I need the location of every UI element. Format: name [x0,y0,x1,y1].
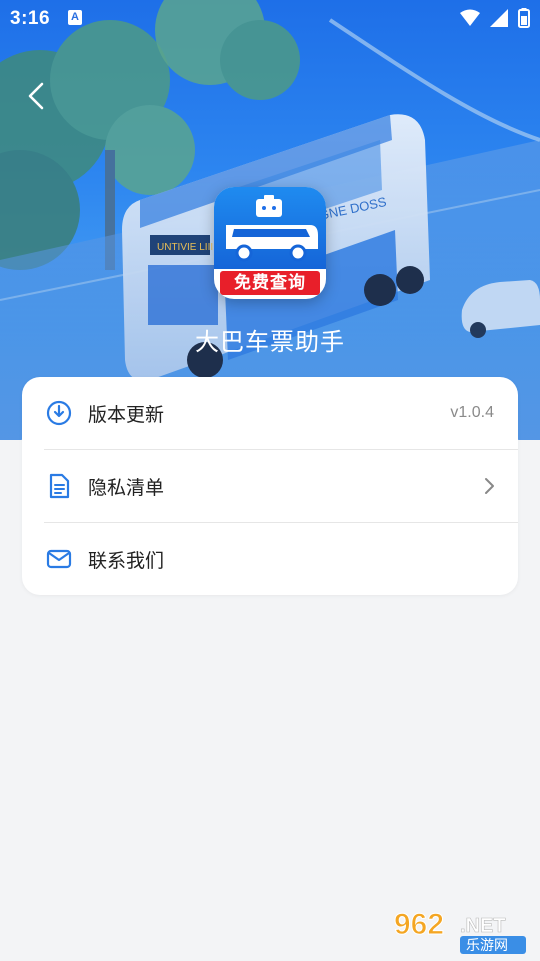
app-icon-background [214,187,326,269]
signal-icon [490,9,508,27]
watermark-subtitle: 乐游网 [466,938,508,954]
clock-download-icon [46,400,72,426]
app-icon-badge: 免费查询 [220,271,320,295]
menu-item-label: 版本更新 [88,404,165,426]
settings-card: 版本更新 v1.0.4 隐私清单 联系我们 [22,377,518,595]
chevron-left-icon [28,82,44,110]
version-value: v1.0.4 [450,404,494,421]
document-icon [49,473,70,499]
menu-item-version-update[interactable]: 版本更新 v1.0.4 [22,377,518,449]
mail-icon [46,549,72,569]
status-bar: 3:16 A [0,0,540,38]
menu-item-privacy-list[interactable]: 隐私清单 [22,450,518,522]
notification-icon: A [68,10,82,25]
chevron-right-icon [485,478,494,494]
menu-item-label: 隐私清单 [88,477,165,499]
bus-icon [226,195,318,262]
app-name: 大巴车票助手 [195,329,345,356]
site-watermark: 962 .NET 乐游网 [394,904,532,956]
watermark-logo: 962 .NET 乐游网 [394,908,526,954]
status-time: 3:16 [10,8,51,29]
watermark-number: 962 [394,908,444,941]
menu-item-contact-us[interactable]: 联系我们 [22,523,518,595]
app-icon: 免费查询 [214,187,326,299]
menu-item-label: 联系我们 [88,550,165,572]
battery-icon [518,8,530,28]
back-button[interactable] [18,78,54,114]
watermark-suffix: .NET [460,915,506,937]
bus-sign-front: UNTIVIE LIII [157,242,213,253]
wifi-icon [460,9,480,26]
